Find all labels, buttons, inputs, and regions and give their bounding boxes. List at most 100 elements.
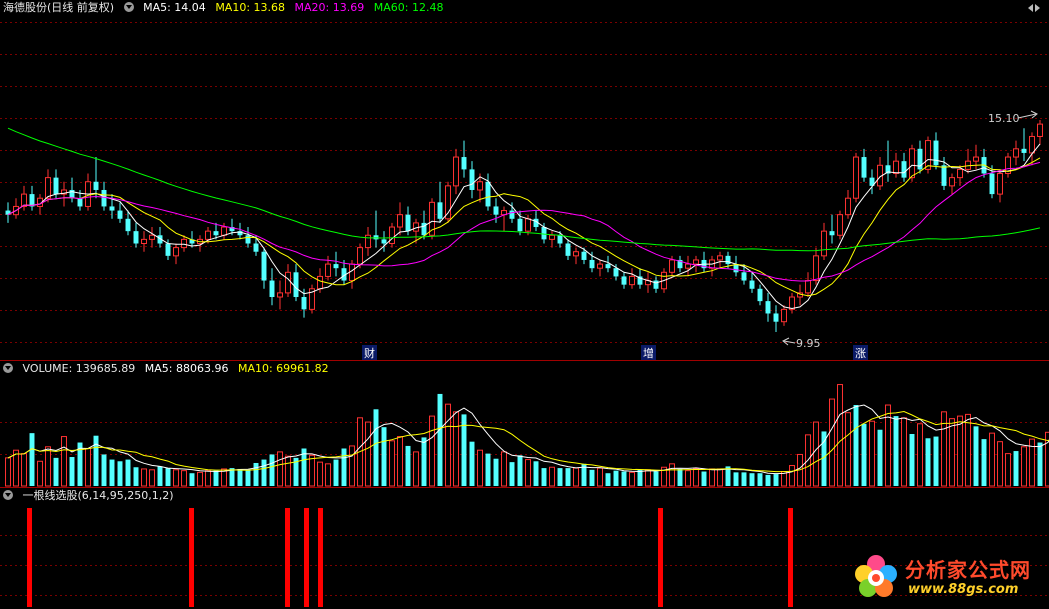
volume-bar [909,434,915,486]
volume-bar [973,426,979,486]
ma5-legend: MA5: 14.04 [143,1,206,14]
volume-bar [549,466,555,487]
candle-body [453,156,459,187]
candle-body [997,173,1003,195]
volume-bar [685,470,691,487]
event-marker-limit-up[interactable]: 涨 [855,347,866,360]
signal-bar [658,508,663,607]
candle-body [181,238,187,249]
ma10-line [7,157,1041,297]
volume-bar [613,470,619,486]
candle-body [749,280,755,289]
signal-bar [27,508,32,607]
volume-bar [157,466,163,486]
volume-bar [669,463,675,487]
volume-bar [901,417,907,487]
candle-body [357,247,363,265]
candle-body [149,234,155,240]
volume-ma5-legend: MA5: 88063.96 [144,362,229,375]
candle-body [389,226,395,244]
dropdown-icon[interactable] [3,363,13,373]
volume-bar [61,436,67,487]
candle-body [805,280,811,294]
candle-body [405,214,411,232]
candle-body [549,234,555,240]
volume-bar [109,459,115,486]
candle-body [909,148,915,179]
volume-bar [773,474,779,486]
volume-bar [501,451,507,487]
dropdown-icon[interactable] [3,490,13,500]
candle-body [21,193,27,207]
volume-bar [653,471,659,486]
volume-bar [637,469,643,486]
candle-body [893,160,899,175]
candle-body [293,272,299,298]
volume-bar [645,469,651,487]
volume-bar [757,473,763,486]
candle-body [261,251,267,281]
volume-bar [181,470,187,487]
candle-body [613,268,619,277]
candle-body [573,251,579,257]
signal-bar [788,508,793,607]
window-control-icon[interactable] [1027,3,1041,13]
candle-body [509,210,515,219]
volume-bar [149,469,155,487]
volume-bars [5,384,1049,487]
candle-body [837,214,843,236]
volume-bar [605,473,611,486]
volume-bar [1037,442,1043,486]
ma10-legend: MA10: 13.68 [215,1,286,14]
candle-body [989,173,995,195]
signal-bar [304,508,309,607]
event-marker-finance[interactable]: 财 [364,346,375,360]
volume-bar [933,436,939,486]
candle-body [141,238,147,244]
candle-body [221,226,227,236]
candle-body [373,235,379,240]
volume-bar [21,453,27,487]
volume-bar [765,474,771,486]
candle-body [1029,135,1035,154]
candle-body [333,264,339,269]
ma60-legend: MA60: 12.48 [373,1,444,14]
stock-title[interactable]: 海德股份(日线 前复权) [3,1,114,14]
candle-body [317,275,323,290]
volume-bar [237,468,243,486]
volume-bar [509,462,515,486]
stock-chart-canvas[interactable]: 15.10 9.95 财 增 涨 [0,0,1049,609]
main-panel-header: 海德股份(日线 前复权) MA5: 14.04 MA10: 13.68 MA20… [3,1,449,15]
volume-bar [421,437,427,486]
flower-logo-icon [855,555,897,597]
volume-panel-header: VOLUME: 139685.89 MA5: 88063.96 MA10: 69… [3,362,335,376]
volume-bar [165,468,171,486]
volume-bar [381,427,387,486]
candle-body [933,140,939,166]
signal-bar [189,508,194,607]
volume-bar [485,453,491,486]
volume-bar [349,445,355,487]
candle-body [821,230,827,257]
volume-bar [677,468,683,486]
volume-bar [949,418,955,487]
volume-bar [37,460,43,487]
candle-body [1013,148,1019,158]
candle-body [829,231,835,236]
volume-bar [413,451,419,487]
dropdown-icon[interactable] [123,2,134,12]
candle-body [461,157,467,170]
volume-bar [213,470,219,486]
volume-bar [125,459,131,486]
candle-body [245,235,251,244]
volume-bar [861,423,867,486]
volume-bar [245,469,251,486]
candle-body [773,313,779,322]
event-marker-increase[interactable]: 增 [643,346,654,360]
volume-bar [965,413,971,487]
indicator-panel-header: 一根线选股(6,14,95,250,1,2) [3,489,180,503]
indicator-name[interactable]: 一根线选股(6,14,95,250,1,2) [23,489,174,502]
volume-bar [205,470,211,487]
candle-body [365,234,371,249]
candle-body [469,169,475,190]
